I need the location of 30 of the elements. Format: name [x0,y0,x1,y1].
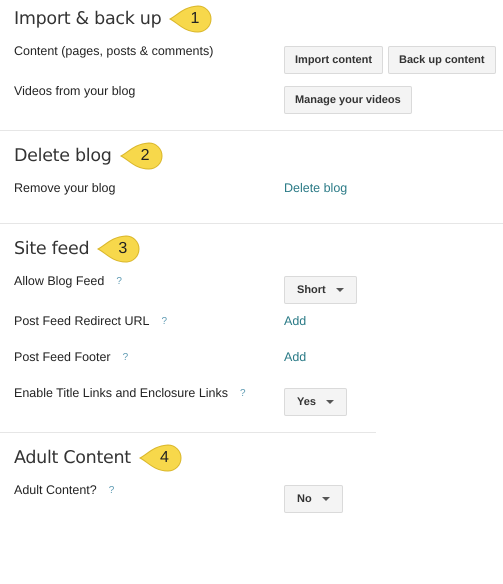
callout-badge: 4 [138,443,183,473]
link[interactable]: Add [284,348,306,364]
section-title: Site feed [14,239,90,259]
dropdown[interactable]: No [284,485,343,513]
setting-label: Remove your blog [14,181,116,195]
setting-label: Post Feed Redirect URL [14,314,150,328]
help-link[interactable]: ? [240,386,246,399]
dropdown[interactable]: Short [284,276,357,304]
setting-label: Adult Content? [14,483,97,497]
section-title: Adult Content [14,448,131,468]
setting-label: Allow Blog Feed [14,274,104,288]
setting-label: Post Feed Footer [14,350,111,364]
dropdown[interactable]: Yes [284,388,347,416]
link[interactable]: Delete blog [284,179,348,195]
setting-label: Videos from your blog [14,84,136,98]
setting-label: Enable Title Links and Enclosure Links [14,386,228,400]
button[interactable]: Back up content [388,46,496,74]
callout-badge: 2 [120,141,164,171]
callout-badge: 3 [97,234,142,264]
help-link[interactable]: ? [161,314,168,327]
callout-badge: 1 [169,4,214,34]
section-title: Import & back up [14,9,162,29]
setting-label: Content (pages, posts & comments) [14,44,214,58]
link[interactable]: Add [284,312,306,328]
button[interactable]: Manage your videos [284,86,412,114]
help-link[interactable]: ? [122,350,128,363]
button[interactable]: Import content [284,46,383,74]
help-link[interactable]: ? [108,483,114,496]
help-link[interactable]: ? [116,274,122,287]
section-title: Delete blog [14,146,112,166]
